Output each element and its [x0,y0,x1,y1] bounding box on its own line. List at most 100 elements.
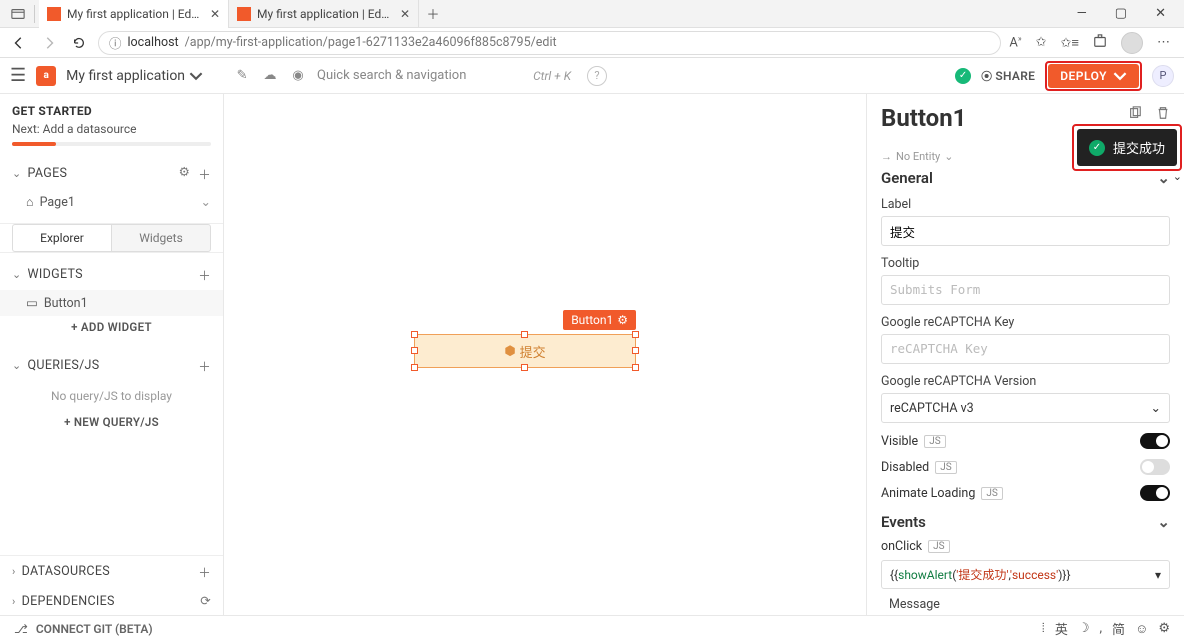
onclick-code-input[interactable]: {{showAlert('提交成功','success')}} ▾ [881,560,1170,589]
resize-handle[interactable] [632,347,639,354]
widget-icon: ▭ [26,295,38,311]
git-branch-icon[interactable]: ⎇ [14,622,28,636]
preview-icon[interactable]: ◉ [289,67,307,85]
favorites-icon[interactable]: ✩ [1036,35,1047,50]
section-datasources[interactable]: › DATASOURCES ＋ [0,556,223,587]
chevron-down-icon: ⌄ [201,194,211,210]
ime-script[interactable]: 简 [1112,619,1125,638]
chevron-down-icon: ⌄ [1157,513,1170,531]
minimize-icon[interactable]: — [1077,6,1087,21]
section-widgets[interactable]: ⌄ WIDGETS ＋ [0,259,223,290]
appsmith-logo-icon[interactable]: a [36,66,56,86]
collections-icon[interactable]: ✩≡ [1061,35,1079,51]
profile-avatar[interactable] [1121,32,1143,54]
message-label: Message [889,597,1170,612]
help-button[interactable]: ? [587,66,607,86]
button-widget[interactable]: ⬢ 提交 [414,334,636,368]
resize-handle[interactable] [411,331,418,338]
maximize-icon[interactable]: ▢ [1115,6,1127,21]
recaptcha-version-select[interactable]: reCAPTCHA v3 ⌄ [881,393,1170,423]
disabled-toggle[interactable] [1140,459,1170,475]
ime-moon-icon[interactable]: ☽ [1078,621,1090,636]
section-pages[interactable]: ⌄ PAGES ⚙ ＋ [0,158,223,189]
more-icon[interactable]: ⋯ [1157,35,1170,50]
sidebar-item-page1[interactable]: ⌂ Page1 ⌄ [0,189,223,215]
section-queries[interactable]: ⌄ QUERIES/JS ＋ [0,350,223,381]
close-window-icon[interactable]: ✕ [1155,6,1166,21]
resize-handle[interactable] [411,347,418,354]
animate-toggle[interactable] [1140,485,1170,501]
section-dependencies[interactable]: › DEPENDENCIES ⟳ [0,587,223,615]
ime-settings-icon[interactable]: ⚙ [1158,621,1170,636]
close-icon[interactable]: ✕ [210,7,220,21]
section-events[interactable]: Events ⌄ [881,513,1170,531]
get-started-title: GET STARTED [12,104,211,118]
label-input[interactable] [881,216,1170,246]
add-datasource-icon[interactable]: ＋ [198,562,211,581]
delete-icon[interactable] [1156,106,1170,124]
warning-icon: ⬢ [504,344,515,359]
ime-lang[interactable]: 英 [1055,619,1068,638]
js-toggle[interactable]: JS [981,487,1002,500]
new-query-link[interactable]: + NEW QUERY/JS [0,411,223,433]
status-bar: ⎇ CONNECT GIT (BETA) ⦙ 英 ☽ , 简 ☺ ⚙ [0,615,1184,641]
comment-icon[interactable]: ☁ [261,67,279,85]
selected-widget[interactable]: Button1 ⚙ ⬢ 提交 [414,334,636,368]
visible-label: Visible [881,434,918,449]
resize-handle[interactable] [411,364,418,371]
appsmith-favicon-icon [237,7,251,21]
copy-icon[interactable] [1128,106,1142,124]
js-toggle[interactable]: JS [924,435,945,448]
add-query-icon[interactable]: ＋ [198,356,211,375]
section-general[interactable]: General ⌄ [881,169,1170,187]
tooltip-label: Tooltip [881,256,1170,271]
window-controls: — ▢ ✕ [1077,6,1184,21]
tab-explorer[interactable]: Explorer [12,224,111,252]
deploy-button[interactable]: DEPLOY [1048,64,1139,88]
js-toggle[interactable]: JS [935,461,956,474]
chevron-down-icon: ⌄ [1151,400,1161,416]
ime-emoji-icon[interactable]: ☺ [1135,621,1148,637]
recaptcha-key-input[interactable] [881,334,1170,364]
connect-git-link[interactable]: CONNECT GIT (BETA) [36,622,153,636]
tab-widgets[interactable]: Widgets [111,224,211,252]
widget-settings-icon[interactable]: ⚙ [617,313,628,327]
share-button[interactable]: ⦿ SHARE [981,68,1035,84]
refresh-button[interactable] [68,32,90,54]
tooltip-input[interactable] [881,275,1170,305]
add-widget-icon[interactable]: ＋ [198,265,211,284]
status-ok-icon[interactable]: ✓ [955,68,971,84]
app-name-dropdown[interactable]: My first application [66,68,203,84]
resize-handle[interactable] [521,331,528,338]
user-avatar[interactable]: P [1152,65,1174,87]
get-started-next[interactable]: Next: Add a datasource [12,122,211,136]
add-widget-link[interactable]: + ADD WIDGET [0,316,223,338]
dropdown-icon[interactable]: ▾ [1155,568,1161,582]
omnibar-search[interactable]: Quick search & navigation Ctrl + K [317,68,577,83]
refresh-deps-icon[interactable]: ⟳ [200,593,211,609]
gear-icon[interactable]: ⚙ [179,164,191,183]
canvas-area[interactable]: Button1 ⚙ ⬢ 提交 [224,94,866,615]
close-icon[interactable]: ✕ [400,7,410,21]
property-pane: Button1 →No Entity⌄ General ⌄ Label Tool… [866,94,1184,615]
widget-name-tag[interactable]: Button1 ⚙ [563,310,636,330]
add-page-icon[interactable]: ＋ [198,164,211,183]
tab-groups-icon[interactable] [8,7,28,21]
back-button[interactable] [8,32,30,54]
resize-handle[interactable] [521,364,528,371]
resize-handle[interactable] [632,331,639,338]
site-info-icon[interactable]: ⓘ [109,33,122,52]
read-aloud-icon[interactable]: A» [1009,34,1021,50]
js-toggle[interactable]: JS [928,540,949,553]
browser-tab[interactable]: My first application | Editor | App ✕ [229,0,419,28]
menu-icon[interactable]: ☰ [10,65,26,86]
visible-toggle[interactable] [1140,433,1170,449]
extensions-icon[interactable] [1093,34,1107,52]
new-tab-button[interactable]: ＋ [419,4,447,23]
chevron-down-icon: ⌄ [12,359,22,372]
edit-icon[interactable]: ✎ [233,67,251,85]
sidebar-item-button1[interactable]: ▭ Button1 [0,290,223,316]
browser-tab[interactable]: My first application | Editor | App ✕ [39,0,229,28]
resize-handle[interactable] [632,364,639,371]
url-input[interactable]: ⓘ localhost/app/my-first-application/pag… [98,31,1001,55]
